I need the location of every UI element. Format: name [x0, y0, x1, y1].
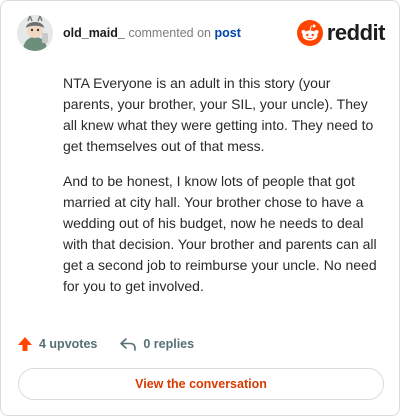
- upvote-button[interactable]: 4 upvotes: [17, 336, 97, 352]
- username-link[interactable]: old_maid_: [63, 26, 125, 40]
- replies-count: 0 replies: [143, 337, 195, 351]
- reply-arrow-icon: [120, 338, 137, 351]
- reddit-logo-icon: [296, 20, 323, 46]
- comment-paragraph: NTA Everyone is an adult in this story (…: [63, 75, 374, 154]
- avatar-image: [17, 15, 53, 51]
- upvote-arrow-icon: [18, 337, 32, 351]
- comment-meta: old_maid_ commented on post: [63, 26, 241, 40]
- avatar[interactable]: [17, 15, 53, 51]
- post-link[interactable]: post: [214, 26, 240, 40]
- comment-body: NTA Everyone is an adult in this story (…: [63, 73, 381, 311]
- reddit-brand[interactable]: reddit: [296, 19, 386, 47]
- comment-header: old_maid_ commented on post reddit: [17, 15, 386, 55]
- commented-on-text: commented on: [128, 26, 211, 40]
- comment-paragraph: And to be honest, I know lots of people …: [63, 173, 377, 294]
- embedded-comment-card: old_maid_ commented on post reddit NTA E…: [0, 0, 400, 416]
- replies-button[interactable]: 0 replies: [119, 336, 194, 352]
- upvote-count: 4 upvotes: [39, 337, 98, 351]
- reddit-wordmark: reddit: [326, 20, 386, 45]
- comment-actions: 4 upvotes 0 replies: [17, 334, 216, 354]
- view-conversation-button[interactable]: View the conversation: [18, 368, 384, 400]
